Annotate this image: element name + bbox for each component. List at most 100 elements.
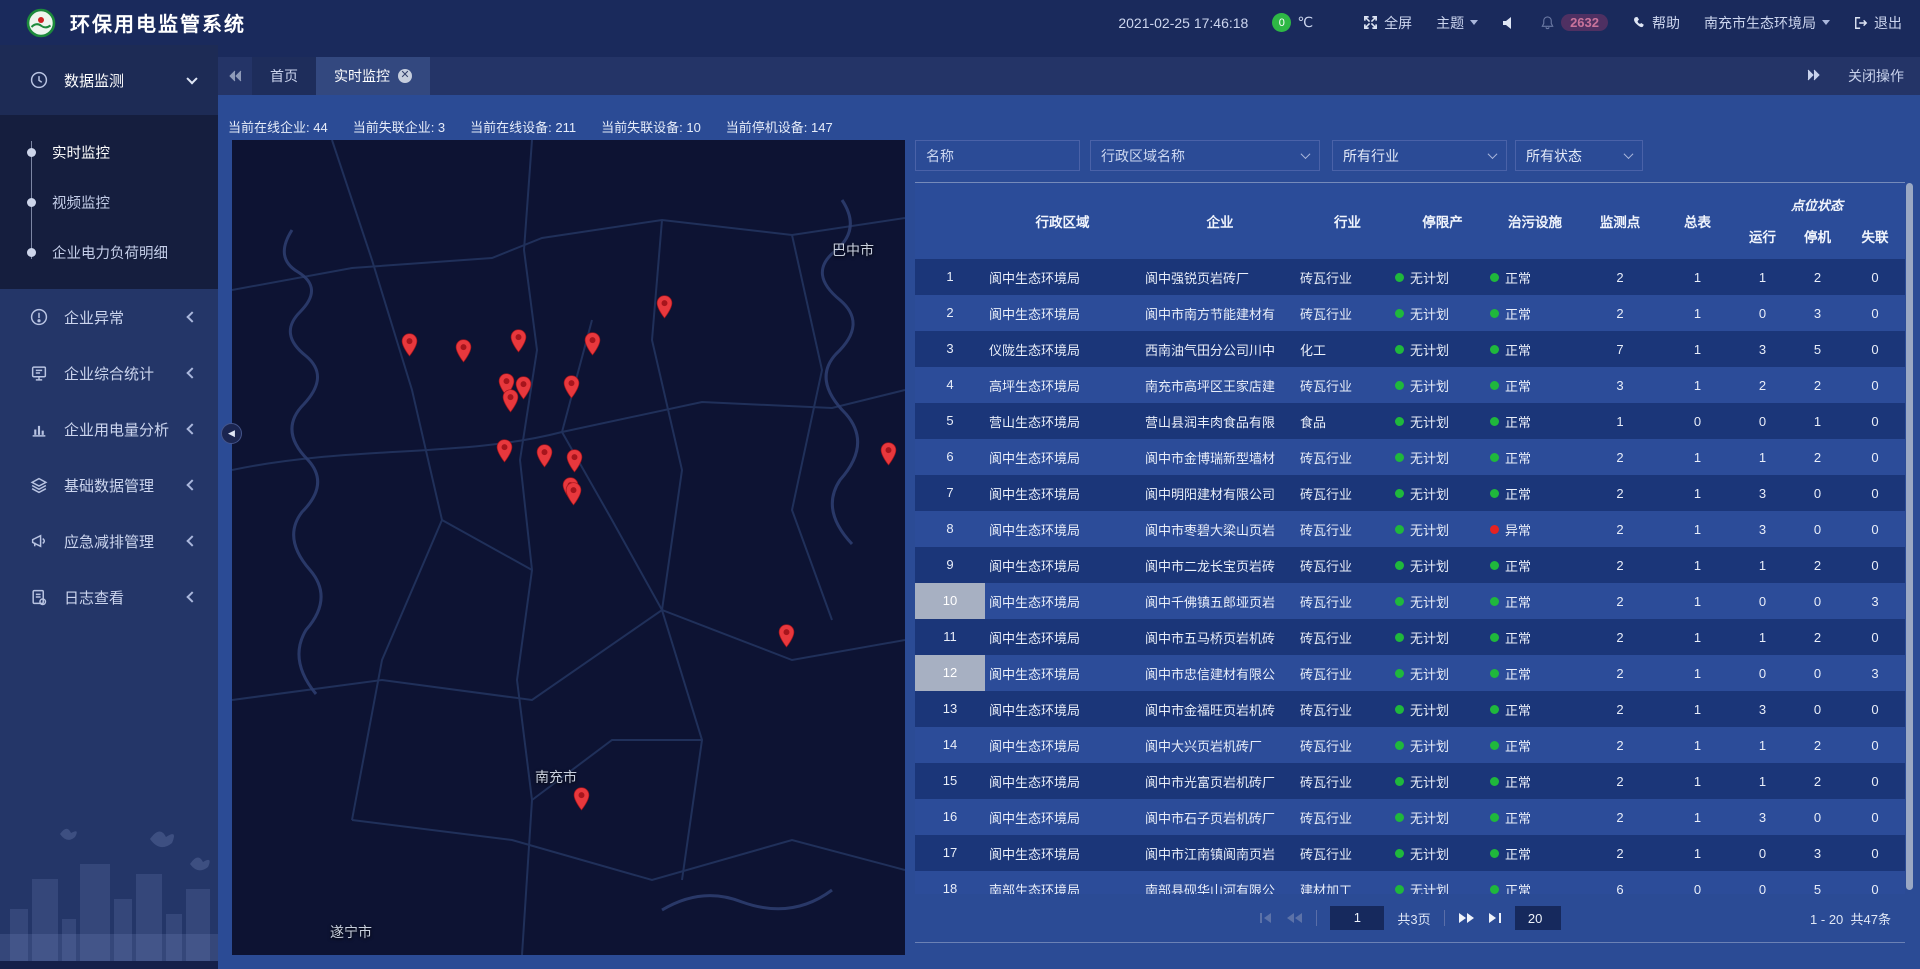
row-index: 12 bbox=[915, 655, 985, 691]
status-dot-icon bbox=[1395, 561, 1404, 570]
table-row-12[interactable]: 12阆中生态环境局阆中市忠信建材有限公砖瓦行业无计划正常21003 bbox=[915, 655, 1905, 691]
map-pin-icon[interactable] bbox=[496, 439, 513, 463]
cell-facility-status: 正常 bbox=[1490, 304, 1580, 323]
sidebar-subitem[interactable]: 实时监控 bbox=[0, 127, 218, 177]
page-number-input[interactable]: 1 bbox=[1330, 906, 1384, 930]
industry-select[interactable]: 所有行业 bbox=[1332, 140, 1507, 171]
sidebar-subitem[interactable]: 视频监控 bbox=[0, 177, 218, 227]
table-row-2[interactable]: 2阆中生态环境局阆中市南方节能建材有砖瓦行业无计划正常21030 bbox=[915, 295, 1905, 331]
table-row-9[interactable]: 9阆中生态环境局阆中市二龙长宝页岩砖砖瓦行业无计划正常21120 bbox=[915, 547, 1905, 583]
map-pin-icon[interactable] bbox=[502, 389, 519, 413]
next-page-button[interactable] bbox=[1458, 912, 1475, 924]
row-index: 6 bbox=[915, 439, 985, 475]
sidebar-item-5[interactable]: 基础数据管理 bbox=[0, 457, 218, 513]
top-header: 环保用电监管系统 2021-02-25 17:46:18 0 ℃ 全屏 主题 bbox=[0, 0, 1920, 45]
tabs-scroll-right-button[interactable] bbox=[1806, 68, 1822, 84]
logout-button[interactable]: 退出 bbox=[1854, 13, 1902, 33]
map-pin-icon[interactable] bbox=[880, 442, 897, 466]
tab-close-icon[interactable]: ✕ bbox=[398, 69, 412, 83]
fullscreen-button[interactable]: 全屏 bbox=[1363, 13, 1412, 33]
map-collapse-button[interactable]: ◀ bbox=[221, 423, 242, 444]
table-row-6[interactable]: 6阆中生态环境局阆中市金博瑞新型墙材砖瓦行业无计划正常21120 bbox=[915, 439, 1905, 475]
alert-icon bbox=[30, 308, 48, 326]
status-dot-icon bbox=[1490, 813, 1499, 822]
table-row-1[interactable]: 1阆中生态环境局阆中强锐页岩砖厂砖瓦行业无计划正常21120 bbox=[915, 259, 1905, 295]
notifications[interactable]: 2632 bbox=[1540, 14, 1608, 31]
cell-monitor-count: 2 bbox=[1580, 630, 1660, 645]
status-dot-icon bbox=[1490, 741, 1499, 750]
cell-monitor-count: 2 bbox=[1580, 666, 1660, 681]
tab-首页[interactable]: 首页 bbox=[252, 57, 316, 95]
chevron-left-icon bbox=[186, 591, 197, 602]
sidebar-item-4[interactable]: 企业用电量分析 bbox=[0, 401, 218, 457]
cell-industry: 砖瓦行业 bbox=[1300, 772, 1395, 791]
first-page-button[interactable] bbox=[1259, 912, 1273, 924]
table-scrollbar-thumb[interactable] bbox=[1906, 183, 1913, 890]
table-row-13[interactable]: 13阆中生态环境局阆中市金福旺页岩机砖砖瓦行业无计划正常21300 bbox=[915, 691, 1905, 727]
cell-region: 阆中生态环境局 bbox=[985, 592, 1140, 611]
col-header-lost: 失联 bbox=[1845, 219, 1905, 253]
table-row-8[interactable]: 8阆中生态环境局阆中市枣碧大梁山页岩砖瓦行业无计划异常21300 bbox=[915, 511, 1905, 547]
table-row-16[interactable]: 16阆中生态环境局阆中市石子页岩机砖厂砖瓦行业无计划正常21300 bbox=[915, 799, 1905, 835]
tabs-scroll-left-button[interactable] bbox=[218, 57, 252, 95]
row-index: 7 bbox=[915, 475, 985, 511]
table-row-5[interactable]: 5营山生态环境局营山县润丰肉食品有限食品无计划正常10010 bbox=[915, 403, 1905, 439]
status-dot-icon bbox=[1490, 705, 1499, 714]
region-select[interactable]: 行政区域名称 bbox=[1090, 140, 1320, 171]
map-pin-icon[interactable] bbox=[536, 444, 553, 468]
cell-company: 阆中市金福旺页岩机砖 bbox=[1140, 700, 1300, 719]
cell-stop-count: 0 bbox=[1790, 594, 1845, 609]
sidebar-subitem[interactable]: 企业电力负荷明细 bbox=[0, 227, 218, 277]
table-row-10[interactable]: 10阆中生态环境局阆中千佛镇五郎垭页岩砖瓦行业无计划正常21003 bbox=[915, 583, 1905, 619]
map-pin-icon[interactable] bbox=[778, 624, 795, 648]
tab-实时监控[interactable]: 实时监控✕ bbox=[316, 57, 430, 95]
map-pin-icon[interactable] bbox=[565, 482, 582, 506]
sidebar-item-1[interactable]: 数据监测 bbox=[0, 45, 218, 115]
map-pin-icon[interactable] bbox=[566, 449, 583, 473]
table-row-14[interactable]: 14阆中生态环境局阆中大兴页岩机砖厂砖瓦行业无计划正常21120 bbox=[915, 727, 1905, 763]
table-row-17[interactable]: 17阆中生态环境局阆中市江南镇阆南页岩砖瓦行业无计划正常21030 bbox=[915, 835, 1905, 871]
map-pin-icon[interactable] bbox=[584, 332, 601, 356]
cell-industry: 砖瓦行业 bbox=[1300, 304, 1395, 323]
cell-company: 阆中市光富页岩机砖厂 bbox=[1140, 772, 1300, 791]
name-search-input[interactable]: 名称 bbox=[915, 140, 1080, 171]
sidebar-item-3[interactable]: 企业综合统计 bbox=[0, 345, 218, 401]
cell-stop-count: 0 bbox=[1790, 810, 1845, 825]
status-select[interactable]: 所有状态 bbox=[1515, 140, 1643, 171]
horn-icon bbox=[30, 532, 48, 550]
cell-company: 阆中市二龙长宝页岩砖 bbox=[1140, 556, 1300, 575]
sidebar-item-6[interactable]: 应急减排管理 bbox=[0, 513, 218, 569]
cell-industry: 食品 bbox=[1300, 412, 1395, 431]
prev-page-button[interactable] bbox=[1286, 912, 1303, 924]
cell-run-count: 0 bbox=[1735, 306, 1790, 321]
sidebar-item-2[interactable]: 企业异常 bbox=[0, 289, 218, 345]
cell-facility-status: 正常 bbox=[1490, 592, 1580, 611]
map-pin-icon[interactable] bbox=[455, 339, 472, 363]
table-row-11[interactable]: 11阆中生态环境局阆中市五马桥页岩机砖砖瓦行业无计划正常21120 bbox=[915, 619, 1905, 655]
sound-button[interactable] bbox=[1502, 16, 1516, 30]
org-menu[interactable]: 南充市生态环境局 bbox=[1704, 13, 1830, 33]
col-header-company: 企业 bbox=[1140, 183, 1300, 259]
table-row-7[interactable]: 7阆中生态环境局阆中明阳建材有限公司砖瓦行业无计划正常21300 bbox=[915, 475, 1905, 511]
cell-region: 阆中生态环境局 bbox=[985, 844, 1140, 863]
map-pin-icon[interactable] bbox=[656, 295, 673, 319]
map-pin-icon[interactable] bbox=[563, 375, 580, 399]
chart-icon bbox=[30, 420, 48, 438]
table-row-15[interactable]: 15阆中生态环境局阆中市光富页岩机砖厂砖瓦行业无计划正常21120 bbox=[915, 763, 1905, 799]
page-size-select[interactable]: 20 bbox=[1515, 906, 1561, 930]
map-pin-icon[interactable] bbox=[573, 787, 590, 811]
close-operations-button[interactable]: 关闭操作 bbox=[1848, 66, 1904, 86]
cell-total-meter: 1 bbox=[1660, 342, 1735, 357]
cell-lost-count: 0 bbox=[1845, 306, 1905, 321]
map-pin-icon[interactable] bbox=[401, 333, 418, 357]
map-panel[interactable]: 巴中市南充市遂宁市 bbox=[232, 140, 905, 955]
table-row-18[interactable]: 18南部生态环境局南部县砚华山河有限公建材加工无计划正常60050 bbox=[915, 871, 1905, 894]
help-button[interactable]: 帮助 bbox=[1632, 13, 1680, 33]
last-page-button[interactable] bbox=[1488, 912, 1502, 924]
table-row-3[interactable]: 3仪陇生态环境局西南油气田分公司川中化工无计划正常71350 bbox=[915, 331, 1905, 367]
sidebar-item-7[interactable]: 日志查看 bbox=[0, 569, 218, 625]
table-row-4[interactable]: 4高坪生态环境局南充市高坪区王家店建砖瓦行业无计划正常31220 bbox=[915, 367, 1905, 403]
cell-lost-count: 0 bbox=[1845, 342, 1905, 357]
map-pin-icon[interactable] bbox=[510, 329, 527, 353]
theme-menu[interactable]: 主题 bbox=[1436, 13, 1478, 33]
